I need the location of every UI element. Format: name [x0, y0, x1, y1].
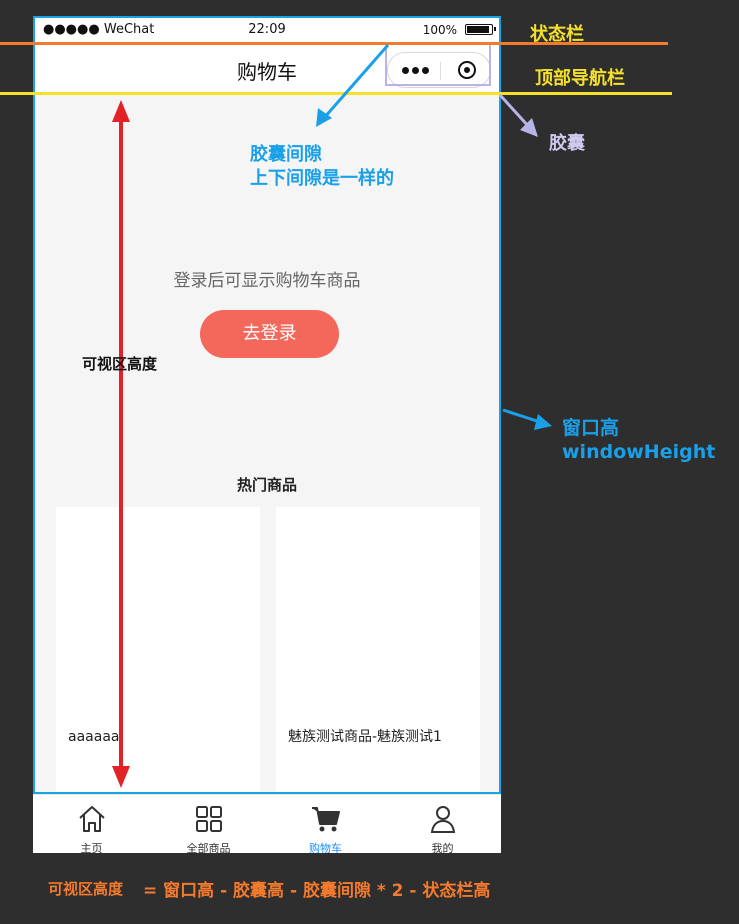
- capsule-gap-line1: 胶囊间隙: [250, 144, 322, 165]
- status-bar-annotation: 状态栏: [530, 24, 584, 45]
- window-height-line2: windowHeight: [562, 441, 716, 463]
- visible-height-annotation: 可视区高度: [82, 355, 158, 373]
- formula-label: 可视区高度: [48, 880, 124, 898]
- capsule-annotation: 胶囊: [549, 133, 585, 154]
- stage: ●●●●● WeChat 22:09 100% 购物车 登录后可显示购物车商品 …: [0, 0, 739, 924]
- capsule-gap-line2: 上下间隙是一样的: [250, 168, 394, 189]
- formula-text: = 窗口高 - 胶囊高 - 胶囊间隙 * 2 - 状态栏高: [143, 881, 491, 901]
- top-nav-annotation: 顶部导航栏: [535, 68, 625, 89]
- window-height-line1: 窗口高: [562, 417, 620, 439]
- window-height-annotation: 窗口高 windowHeight: [562, 416, 715, 464]
- capsule-gap-annotation: 胶囊间隙 上下间隙是一样的: [250, 143, 394, 191]
